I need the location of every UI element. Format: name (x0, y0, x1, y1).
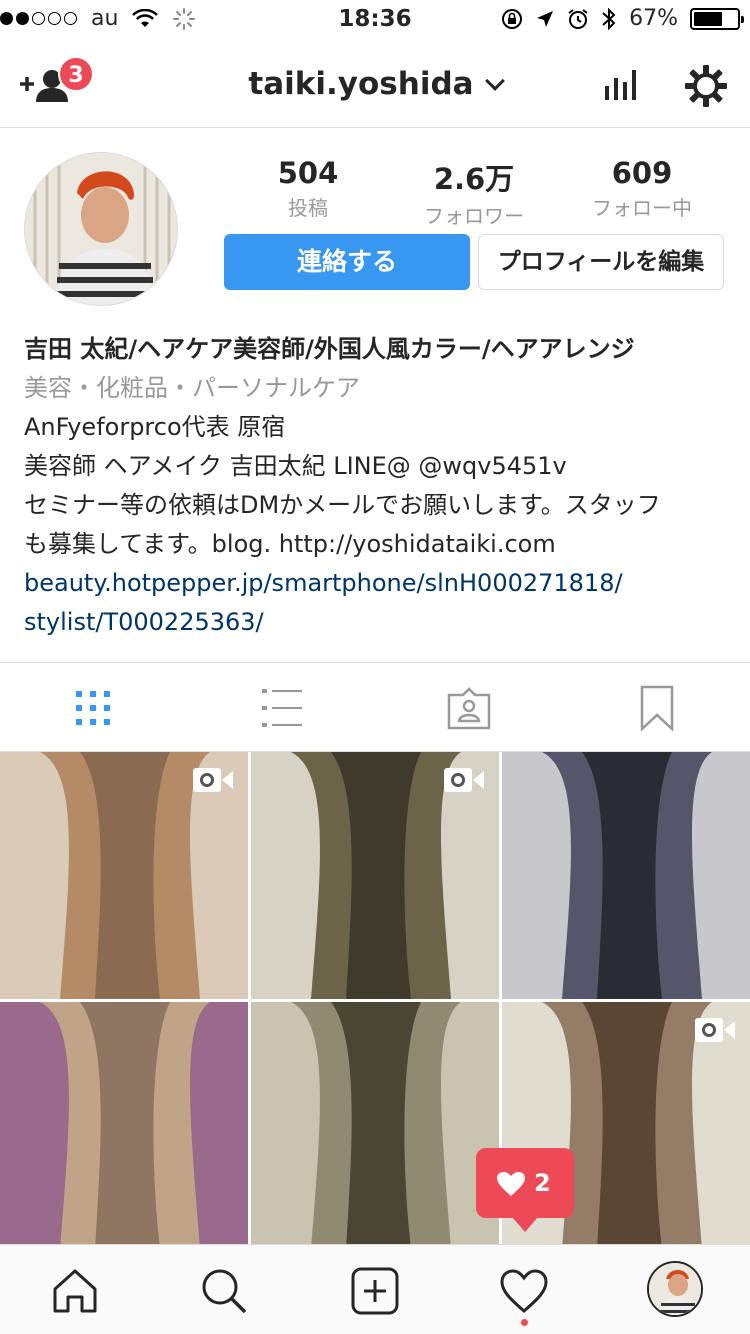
post-thumbnail[interactable] (0, 752, 248, 999)
posts-count[interactable]: 504 投稿 (238, 156, 378, 221)
following-count-label: フォロー中 (592, 196, 692, 220)
status-bar: au 18:36 67% (0, 0, 750, 40)
post-thumbnail[interactable] (0, 1002, 248, 1249)
bio-line: も募集してます。blog. http://yoshidataiki.com (24, 530, 556, 558)
edit-profile-button[interactable]: プロフィールを編集 (478, 234, 724, 290)
bluetooth-icon (602, 7, 616, 30)
search-icon[interactable] (200, 1267, 248, 1315)
profile-tab-avatar[interactable] (647, 1261, 703, 1317)
post-thumbnail[interactable] (502, 752, 750, 999)
profile-name: 吉田 太紀/ヘアケア美容師/外国人風カラー/ヘアアレンジ (24, 335, 635, 363)
activity-dot (521, 1319, 528, 1326)
profile-view-tabs (0, 662, 750, 752)
profile-category: 美容・化粧品・パーソナルケア (24, 374, 360, 402)
home-icon[interactable] (51, 1267, 99, 1315)
profile-avatar[interactable] (24, 152, 178, 306)
followers-count-label: フォロワー (424, 204, 524, 228)
chevron-down-icon (484, 71, 505, 91)
insights-icon[interactable] (603, 66, 637, 102)
followers-count-value: 2.6万 (433, 162, 515, 196)
rotation-lock-icon (502, 8, 523, 29)
activity-heart-icon[interactable] (500, 1267, 548, 1315)
profile-bio: 吉田 太紀/ヘアケア美容師/外国人風カラー/ヘアアレンジ 美容・化粧品・パーソナ… (24, 330, 734, 642)
following-count-value: 609 (611, 156, 673, 190)
posts-count-value: 504 (277, 156, 339, 190)
video-camera-icon (695, 1018, 735, 1042)
website-link[interactable]: beauty.hotpepper.jp/smartphone/slnH00027… (24, 564, 734, 603)
following-count[interactable]: 609 フォロー中 (572, 156, 712, 221)
list-icon[interactable] (258, 685, 304, 731)
heart-icon (497, 1172, 525, 1196)
username-label: taiki.yoshida (248, 66, 474, 102)
bio-line: 美容師 ヘアメイク 吉田太紀 LINE@ @wqv5451v (24, 452, 567, 480)
contact-button[interactable]: 連絡する (224, 234, 470, 290)
post-thumbnail[interactable] (251, 752, 499, 999)
tagged-icon[interactable] (446, 685, 492, 731)
profile-header: 3 taiki.yoshida (0, 40, 750, 128)
video-camera-icon (444, 768, 484, 792)
post-thumbnail[interactable] (251, 1002, 499, 1249)
website-link-continued[interactable]: stylist/T000225363/ (24, 603, 734, 642)
bottom-tab-bar (0, 1244, 750, 1334)
like-notification-popup[interactable]: 2 (476, 1148, 574, 1232)
gear-icon[interactable] (684, 64, 728, 108)
bookmark-icon[interactable] (634, 685, 680, 731)
battery-icon (690, 7, 744, 30)
new-post-icon[interactable] (351, 1267, 399, 1315)
alarm-icon (568, 8, 588, 29)
bio-line: AnFyeforprco代表 原宿 (24, 413, 286, 441)
posts-count-label: 投稿 (288, 196, 328, 220)
bio-line: セミナー等の依頼はDMかメールでお願いします。スタッフ (24, 491, 661, 519)
battery-percent: 67% (629, 6, 678, 31)
username-switcher[interactable]: taiki.yoshida (0, 66, 750, 102)
location-icon (537, 10, 554, 27)
like-notification-count: 2 (534, 1169, 551, 1197)
followers-count[interactable]: 2.6万 フォロワー (404, 156, 544, 229)
grid-icon[interactable] (70, 685, 116, 731)
video-camera-icon (193, 768, 233, 792)
